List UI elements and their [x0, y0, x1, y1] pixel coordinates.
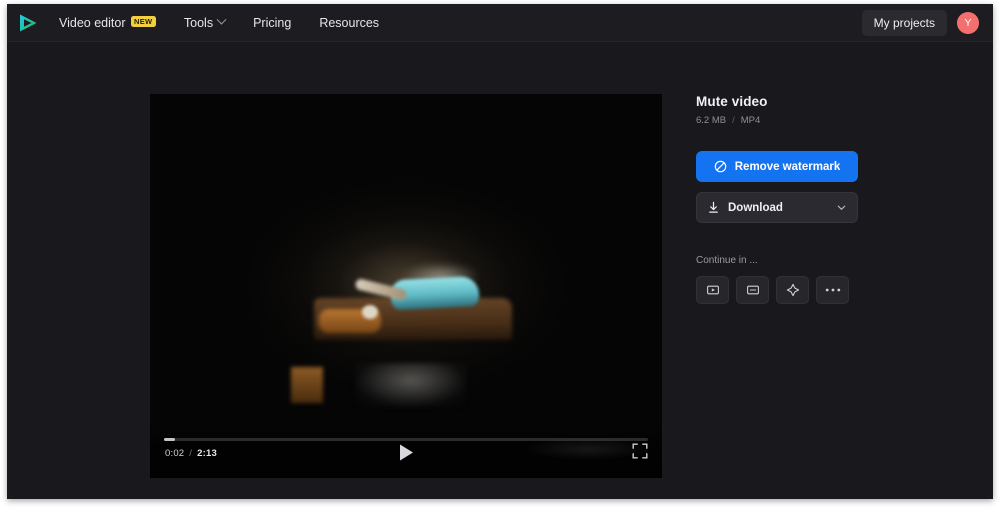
nav-label-resources: Resources	[319, 15, 380, 30]
play-icon[interactable]	[389, 437, 423, 467]
file-metadata: 6.2 MB / MP4	[696, 115, 858, 126]
sparkle-icon	[786, 283, 800, 297]
app-window: Video editor NEW Tools Pricing Resources…	[7, 4, 993, 499]
scene-chair	[290, 366, 323, 403]
nav-item-resources[interactable]: Resources	[305, 4, 393, 42]
new-badge: NEW	[130, 16, 156, 27]
ai-effects-tool[interactable]	[776, 276, 809, 304]
more-tools[interactable]	[816, 276, 849, 304]
time-separator: /	[189, 448, 193, 459]
total-time: 2:13	[197, 448, 217, 459]
avatar[interactable]: Y	[957, 11, 979, 34]
remove-watermark-button[interactable]: Remove watermark	[696, 151, 858, 182]
video-frame	[150, 94, 662, 478]
play-logo-icon[interactable]	[15, 10, 41, 36]
scene-rug	[354, 362, 467, 407]
chevron-down-icon[interactable]	[836, 202, 847, 213]
download-label: Download	[728, 201, 783, 214]
video-player[interactable]: 0:02 / 2:13	[150, 94, 662, 478]
nav-item-tools[interactable]: Tools	[170, 4, 239, 42]
continue-in-tools	[696, 276, 858, 304]
header-actions: My projects Y	[861, 9, 979, 36]
top-navigation-bar: Video editor NEW Tools Pricing Resources…	[7, 4, 993, 42]
fullscreen-icon[interactable]	[632, 443, 650, 461]
export-sidebar: Mute video 6.2 MB / MP4 Remove watermark	[696, 94, 858, 304]
main-nav: Video editor NEW Tools Pricing Resources	[59, 4, 393, 42]
nav-item-video-editor[interactable]: Video editor NEW	[59, 4, 170, 42]
current-time: 0:02	[165, 448, 185, 459]
nav-label-pricing: Pricing	[253, 15, 292, 30]
player-controls: 0:02 / 2:13	[150, 422, 662, 478]
video-player-tool[interactable]	[696, 276, 729, 304]
subtitle-tool[interactable]	[736, 276, 769, 304]
no-watermark-icon	[714, 160, 727, 173]
file-format: MP4	[740, 115, 761, 126]
chevron-down-icon	[216, 14, 227, 25]
nav-label-tools: Tools	[183, 15, 214, 30]
remove-watermark-label: Remove watermark	[734, 160, 841, 173]
nav-label-video-editor: Video editor	[59, 15, 126, 30]
download-icon	[707, 201, 720, 214]
download-button[interactable]: Download	[696, 192, 858, 223]
file-size: 6.2 MB	[696, 115, 727, 126]
time-display: 0:02 / 2:13	[165, 448, 217, 459]
meta-divider: /	[732, 115, 735, 126]
nav-item-pricing[interactable]: Pricing	[239, 4, 305, 42]
progress-bar-fill	[164, 438, 175, 441]
page-title: Mute video	[696, 94, 768, 109]
my-projects-button[interactable]: My projects	[861, 9, 947, 36]
caption-box-icon	[746, 283, 760, 297]
video-play-box-icon	[706, 283, 720, 297]
continue-in-label: Continue in ...	[696, 255, 758, 266]
main-content: 0:02 / 2:13 Mute video 6.2 MB / MP4 Remo…	[7, 42, 993, 499]
ellipsis-icon	[825, 287, 841, 293]
